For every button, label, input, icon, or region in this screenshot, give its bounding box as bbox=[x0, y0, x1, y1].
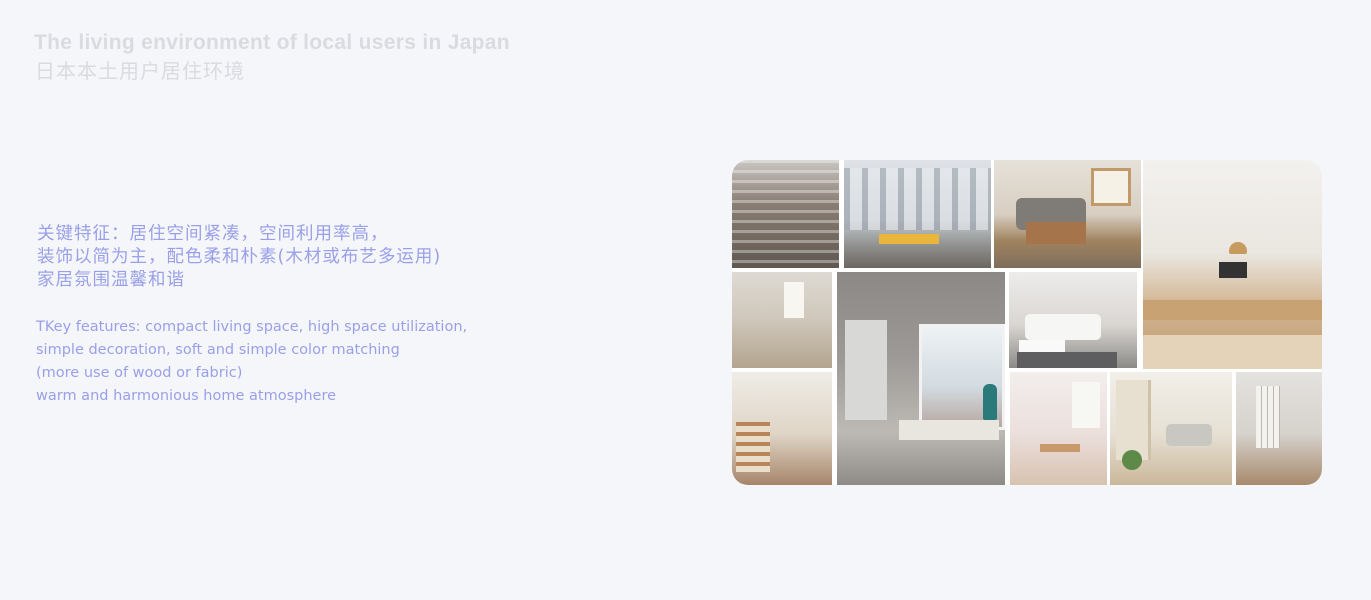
key-features-en: TKey features: compact living space, hig… bbox=[36, 316, 467, 408]
apartment-facade-street-photo bbox=[844, 160, 991, 268]
feature-en-line: (more use of wood or fabric) bbox=[36, 365, 243, 381]
window-seat-photo bbox=[837, 272, 1005, 485]
apartment-building-exterior-photo bbox=[732, 160, 839, 268]
bright-living-room-photo bbox=[1110, 372, 1232, 485]
shoji-hallway-photo bbox=[1236, 372, 1322, 485]
page-title-cn: 日本本土用户居住环境 bbox=[35, 59, 245, 83]
feature-cn-line: 装饰以简为主，配色柔和朴素(木材或布艺多运用) bbox=[37, 247, 442, 267]
photo-collage bbox=[732, 160, 1322, 485]
feature-cn-line: 家居氛围温馨和谐 bbox=[37, 270, 185, 290]
wooden-dining-room-photo bbox=[1143, 160, 1322, 369]
feature-en-line: simple decoration, soft and simple color… bbox=[36, 342, 400, 358]
living-room-sofa-photo bbox=[994, 160, 1141, 268]
staircase-interior-photo bbox=[732, 372, 832, 485]
dining-nook-photo bbox=[1010, 372, 1107, 485]
key-features-cn: 关键特征：居住空间紧凑，空间利用率高， 装饰以简为主，配色柔和朴素(木材或布艺多… bbox=[37, 223, 441, 292]
white-sofa-living-room-photo bbox=[1009, 272, 1137, 368]
feature-en-line: TKey features: compact living space, hig… bbox=[36, 319, 468, 335]
feature-cn-line: 关键特征：居住空间紧凑，空间利用率高， bbox=[37, 224, 389, 244]
feature-en-line: warm and harmonious home atmosphere bbox=[36, 388, 337, 404]
small-kitchen-photo bbox=[732, 272, 832, 368]
page-title-en: The living environment of local users in… bbox=[34, 31, 510, 54]
